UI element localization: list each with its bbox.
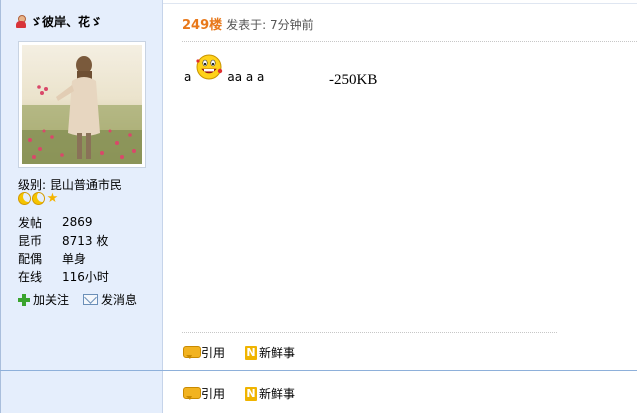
envelope-icon (83, 294, 99, 305)
quote-button[interactable]: 引用 (183, 385, 225, 402)
stat-value: 8713 枚 (62, 233, 109, 248)
moon-icon (32, 192, 45, 205)
user-sidebar: ゞ彼岸、花ゞ 级别: 昆山普通市民 ★ 发帖 2869 昆币 8713 枚 配偶… (0, 0, 163, 370)
top-divider (163, 3, 637, 4)
quote-icon (183, 387, 201, 400)
news-icon: N (245, 345, 258, 360)
quote-button[interactable]: 引用 (183, 344, 225, 361)
female-user-icon (16, 15, 26, 28)
plus-icon (18, 293, 30, 306)
user-level: 级别: 昆山普通市民 (18, 176, 122, 193)
quote-icon (183, 346, 201, 359)
post-content: a aa a a (184, 52, 264, 84)
stat-key: 昆币 (18, 233, 43, 248)
stat-coins: 昆币 8713 枚 (18, 231, 109, 249)
star-icon: ★ (46, 191, 59, 206)
quote-label[interactable]: 引用 (201, 385, 225, 402)
user-stats: 发帖 2869 昆币 8713 枚 配偶 单身 在线 116小时 (18, 213, 109, 285)
stat-spouse: 配偶 单身 (18, 249, 109, 267)
level-value: 昆山普通市民 (49, 178, 122, 192)
follow-button[interactable]: 加关注 (18, 291, 69, 308)
rank-icons: ★ (18, 192, 59, 205)
floor-number[interactable]: 249楼 (182, 14, 222, 33)
stat-value: 2869 (62, 215, 93, 229)
header-divider (182, 41, 637, 42)
footer-divider (182, 332, 557, 333)
follow-label[interactable]: 加关注 (33, 291, 69, 308)
next-post-toolbar: 引用 N 新鲜事 (183, 385, 295, 402)
news-button[interactable]: N 新鲜事 (245, 344, 295, 361)
stat-posts: 发帖 2869 (18, 213, 109, 231)
quote-label[interactable]: 引用 (201, 344, 225, 361)
stat-value: 116小时 (62, 269, 109, 284)
post-header: 249楼 发表于: 7分钟前 (182, 14, 314, 33)
content-text: a (184, 70, 192, 84)
post-toolbar: 引用 N 新鲜事 (183, 344, 295, 361)
stat-key: 配偶 (18, 251, 43, 266)
stat-online: 在线 116小时 (18, 267, 109, 285)
send-message-button[interactable]: 发消息 (83, 291, 137, 308)
user-actions: 加关注 发消息 (18, 291, 137, 308)
username-text[interactable]: ゞ彼岸、花ゞ (30, 13, 102, 30)
news-label[interactable]: 新鲜事 (259, 344, 295, 361)
avatar-image (22, 45, 142, 164)
stat-value: 单身 (62, 251, 87, 266)
moon-icon (18, 192, 31, 205)
content-text: aa a a (227, 70, 265, 84)
username[interactable]: ゞ彼岸、花ゞ (16, 13, 102, 30)
smiley-emoticon-icon (196, 54, 223, 80)
stat-key: 发帖 (18, 215, 43, 230)
stat-key: 在线 (18, 269, 43, 284)
message-label[interactable]: 发消息 (101, 291, 137, 308)
post-time: 发表于: 7分钟前 (226, 18, 314, 32)
news-button[interactable]: N 新鲜事 (245, 385, 295, 402)
avatar[interactable] (18, 41, 146, 168)
level-label: 级别: (18, 178, 47, 192)
next-post-sidebar (0, 371, 163, 413)
size-note: -250KB (329, 72, 378, 88)
news-label[interactable]: 新鲜事 (259, 385, 295, 402)
news-icon: N (245, 386, 258, 401)
